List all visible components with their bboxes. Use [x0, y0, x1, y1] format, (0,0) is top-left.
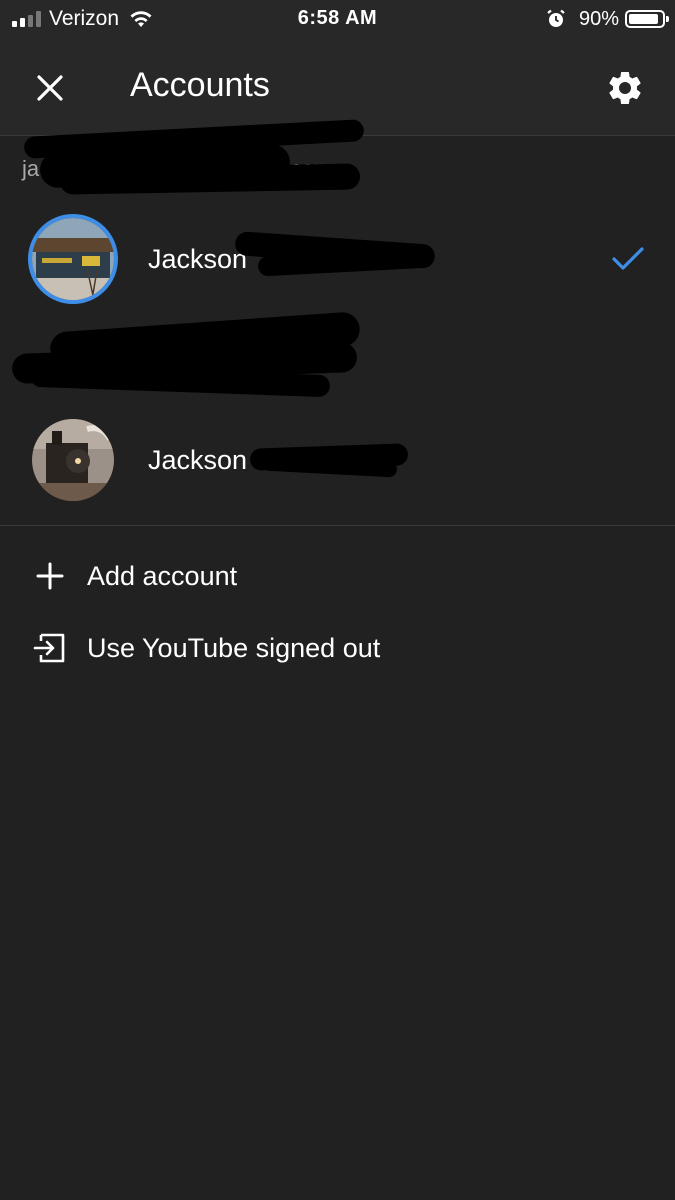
battery-fill — [629, 14, 658, 24]
plus-icon — [32, 558, 68, 594]
sign-out-icon — [32, 630, 68, 666]
avatar — [32, 419, 114, 501]
signed-out-button[interactable]: Use YouTube signed out — [0, 616, 675, 680]
account-name: Jackson — [148, 444, 248, 475]
battery-percent: 90% — [578, 7, 619, 30]
status-right: 90% — [545, 6, 669, 32]
close-icon — [37, 75, 63, 101]
divider — [0, 525, 675, 526]
add-account-label: Add account — [87, 560, 238, 591]
redaction-mark — [59, 163, 361, 195]
email-start: ja — [22, 156, 40, 181]
close-button[interactable] — [26, 64, 74, 112]
status-bar: Verizon 6:58 AM 90% — [0, 0, 675, 40]
signed-out-label: Use YouTube signed out — [87, 632, 381, 663]
settings-button[interactable] — [599, 62, 651, 114]
page-title: Accounts — [130, 66, 270, 104]
alarm-icon — [547, 9, 565, 27]
avatar — [28, 214, 118, 304]
gear-icon — [609, 71, 641, 104]
account-name: Jackson — [148, 243, 248, 274]
checkmark-icon — [612, 247, 644, 270]
add-account-button[interactable]: Add account — [0, 544, 675, 608]
battery-icon — [625, 10, 669, 28]
